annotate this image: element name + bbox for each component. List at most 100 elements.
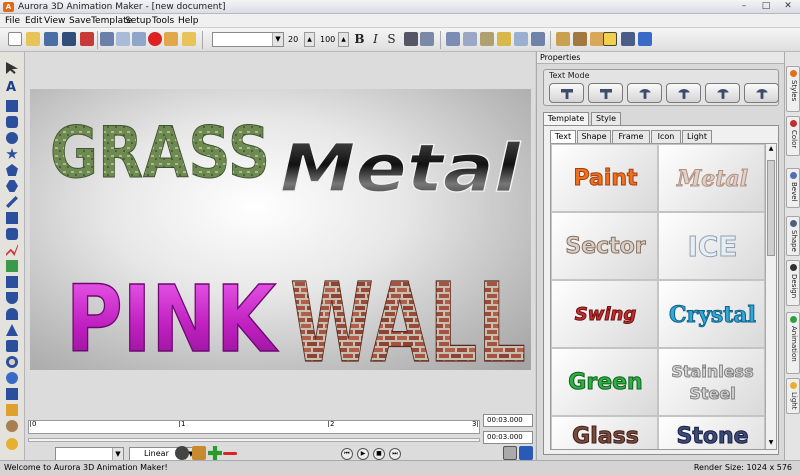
shape-4-icon[interactable] bbox=[6, 340, 18, 352]
loop-toggle[interactable] bbox=[503, 446, 517, 460]
template-stone[interactable]: Stone bbox=[658, 416, 765, 449]
text-box-icon[interactable] bbox=[6, 212, 18, 224]
side-tab-shape[interactable]: Shape bbox=[786, 216, 800, 256]
font-size-stepper[interactable]: ▲ bbox=[304, 32, 315, 47]
canvas-area[interactable]: GRASS Metal PINK WALL bbox=[25, 52, 535, 410]
menu-savetemplate[interactable]: SaveTemplate bbox=[69, 14, 132, 28]
minimize-button[interactable]: – bbox=[736, 1, 752, 12]
text-3d-icon[interactable] bbox=[556, 32, 570, 46]
play-button[interactable]: ▶ bbox=[357, 448, 369, 460]
text-mode-3-button[interactable] bbox=[627, 83, 662, 103]
cube-side-icon[interactable] bbox=[480, 32, 494, 46]
render-preview[interactable]: GRASS Metal PINK WALL bbox=[30, 89, 531, 388]
symbol-icon[interactable] bbox=[6, 228, 18, 240]
timeline-track[interactable]: 0 1 2 3 bbox=[28, 420, 480, 434]
brush-icon[interactable] bbox=[164, 32, 178, 46]
zoom-value[interactable]: 100 bbox=[320, 33, 335, 46]
text-mode-5-button[interactable] bbox=[705, 83, 740, 103]
star-icon[interactable] bbox=[6, 148, 18, 159]
open-folder-icon[interactable] bbox=[26, 32, 40, 46]
add-keyframe-icon[interactable] bbox=[208, 446, 222, 460]
subtab-light[interactable]: Light bbox=[682, 130, 712, 143]
menu-file[interactable]: File bbox=[5, 14, 20, 28]
template-sector[interactable]: Sector bbox=[551, 212, 658, 280]
template-glass[interactable]: Glass bbox=[551, 416, 658, 449]
shape-3-icon[interactable] bbox=[6, 308, 18, 320]
ring-icon[interactable] bbox=[6, 356, 18, 368]
text-mode-1-button[interactable] bbox=[549, 83, 584, 103]
font-size-value[interactable]: 20 bbox=[288, 33, 298, 46]
rectangle-icon[interactable] bbox=[6, 100, 18, 112]
shape-1-icon[interactable] bbox=[6, 276, 18, 288]
canvas-word-metal[interactable]: Metal bbox=[279, 129, 522, 207]
side-tab-bevel[interactable]: Bevel bbox=[786, 168, 800, 208]
export-icon[interactable] bbox=[80, 32, 94, 46]
render-icon[interactable] bbox=[519, 446, 533, 460]
cube-rotate-icon[interactable] bbox=[514, 32, 528, 46]
strikethrough-button[interactable]: S bbox=[384, 31, 399, 48]
pencil-icon[interactable] bbox=[182, 32, 196, 46]
shape-5-icon[interactable] bbox=[6, 388, 18, 400]
menu-edit[interactable]: Edit bbox=[25, 14, 42, 28]
scroll-up-icon[interactable]: ▲ bbox=[766, 144, 776, 154]
gallery-scrollbar[interactable]: ▲ ▼ bbox=[765, 144, 776, 449]
refresh-icon[interactable] bbox=[175, 446, 189, 460]
remove-keyframe-icon[interactable] bbox=[223, 452, 237, 455]
template-green[interactable]: Green bbox=[551, 348, 658, 416]
scroll-down-icon[interactable]: ▼ bbox=[766, 438, 776, 448]
image-icon[interactable] bbox=[6, 260, 18, 272]
shape-2-icon[interactable] bbox=[6, 292, 18, 304]
hexagon-icon[interactable] bbox=[6, 180, 18, 192]
curve-icon[interactable] bbox=[6, 244, 18, 256]
tab-template[interactable]: Template bbox=[543, 112, 589, 125]
cube-top-icon[interactable] bbox=[497, 32, 511, 46]
canvas-word-grass[interactable]: GRASS bbox=[50, 112, 271, 195]
side-tab-color[interactable]: Color bbox=[786, 116, 800, 156]
fill-color-icon[interactable] bbox=[638, 32, 652, 46]
tab-style[interactable]: Style bbox=[591, 112, 621, 125]
rounded-rectangle-icon[interactable] bbox=[6, 116, 18, 128]
paste-icon[interactable] bbox=[132, 32, 146, 46]
subtab-frame[interactable]: Frame bbox=[612, 130, 650, 143]
canvas-word-wall[interactable]: WALL bbox=[289, 258, 526, 387]
cylinder-icon[interactable] bbox=[531, 32, 545, 46]
bold-button[interactable]: B bbox=[352, 31, 367, 48]
flat-icon[interactable] bbox=[621, 32, 635, 46]
italic-button[interactable]: I bbox=[368, 31, 383, 48]
menu-setup[interactable]: Setup bbox=[125, 14, 151, 28]
copy-icon[interactable] bbox=[116, 32, 130, 46]
hammer-icon[interactable] bbox=[192, 446, 206, 460]
side-tab-styles[interactable]: Styles bbox=[786, 66, 800, 112]
cube-view-icon[interactable] bbox=[446, 32, 460, 46]
subtab-icon[interactable]: Icon bbox=[651, 130, 681, 143]
menu-view[interactable]: View bbox=[44, 14, 65, 28]
current-time-field[interactable]: 00:03.000 bbox=[483, 414, 533, 427]
subtab-text[interactable]: Text bbox=[550, 130, 576, 143]
animation-type-select[interactable]: ▼ bbox=[55, 447, 124, 461]
template-ice[interactable]: ICE bbox=[658, 212, 765, 280]
text-mode-4-button[interactable] bbox=[666, 83, 701, 103]
text-effect-icon[interactable] bbox=[404, 32, 418, 46]
text-mode-2-button[interactable] bbox=[588, 83, 623, 103]
texture-icon[interactable] bbox=[6, 420, 18, 432]
skip-end-button[interactable]: ⏭ bbox=[389, 448, 401, 460]
layer-icon[interactable] bbox=[420, 32, 434, 46]
total-time-field[interactable]: 00:03.000 bbox=[483, 431, 533, 444]
template-paint[interactable]: Paint bbox=[551, 144, 658, 212]
light-bulb-icon[interactable] bbox=[6, 438, 18, 450]
globe-icon[interactable] bbox=[6, 372, 18, 384]
template-metal[interactable]: Metal bbox=[658, 144, 765, 212]
save-icon[interactable] bbox=[44, 32, 58, 46]
side-tab-design[interactable]: Design bbox=[786, 260, 800, 306]
menu-tools[interactable]: Tools bbox=[152, 14, 174, 28]
font-select[interactable]: ▼ bbox=[212, 32, 284, 47]
pentagon-icon[interactable] bbox=[6, 164, 18, 176]
circle-icon[interactable] bbox=[6, 132, 18, 144]
skip-start-button[interactable]: ⏮ bbox=[341, 448, 353, 460]
cut-icon[interactable] bbox=[100, 32, 114, 46]
triangle-icon[interactable] bbox=[6, 324, 18, 336]
menu-help[interactable]: Help bbox=[178, 14, 199, 28]
line-icon[interactable] bbox=[6, 196, 18, 208]
side-tab-animation[interactable]: Animation bbox=[786, 312, 800, 374]
cube-front-icon[interactable] bbox=[463, 32, 477, 46]
